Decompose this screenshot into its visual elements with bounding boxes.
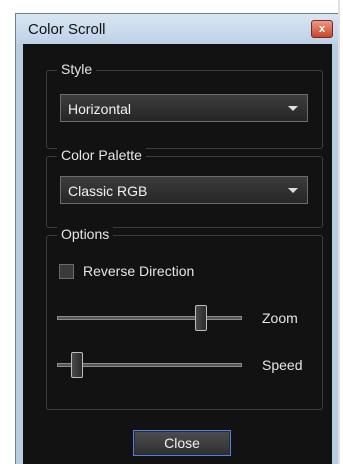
chevron-down-icon <box>288 106 298 111</box>
speed-label: Speed <box>262 357 303 373</box>
options-group: Options Reverse Direction Zoom Speed <box>46 226 323 410</box>
dialog-body: Style Horizontal Color Palette Classic R… <box>23 44 332 464</box>
zoom-slider-track[interactable] <box>57 316 242 320</box>
color-palette-group: Color Palette Classic RGB <box>46 147 323 228</box>
speed-slider-track[interactable] <box>57 363 242 367</box>
speed-slider-thumb[interactable] <box>70 352 83 378</box>
zoom-slider-thumb[interactable] <box>195 305 208 331</box>
window-close-button[interactable]: x <box>311 20 333 38</box>
color-scroll-window: Color Scroll x Style Horizontal Color Pa… <box>15 13 340 464</box>
style-dropdown[interactable]: Horizontal <box>60 94 308 122</box>
reverse-direction-checkbox[interactable] <box>59 264 74 279</box>
style-group: Style Horizontal <box>46 61 323 149</box>
options-group-label: Options <box>57 226 114 242</box>
window-title: Color Scroll <box>28 21 106 38</box>
zoom-label: Zoom <box>262 310 298 326</box>
reverse-direction-label[interactable]: Reverse Direction <box>83 263 194 279</box>
color-palette-group-label: Color Palette <box>57 147 146 163</box>
chevron-down-icon <box>288 188 298 193</box>
close-button[interactable]: Close <box>133 430 231 456</box>
title-bar[interactable]: Color Scroll x <box>16 14 339 44</box>
close-icon: x <box>318 23 326 35</box>
style-dropdown-value: Horizontal <box>68 101 132 117</box>
window-edge-strip <box>338 0 340 464</box>
color-palette-dropdown-value: Classic RGB <box>68 183 148 199</box>
color-palette-dropdown[interactable]: Classic RGB <box>60 176 308 204</box>
style-group-label: Style <box>57 61 97 77</box>
